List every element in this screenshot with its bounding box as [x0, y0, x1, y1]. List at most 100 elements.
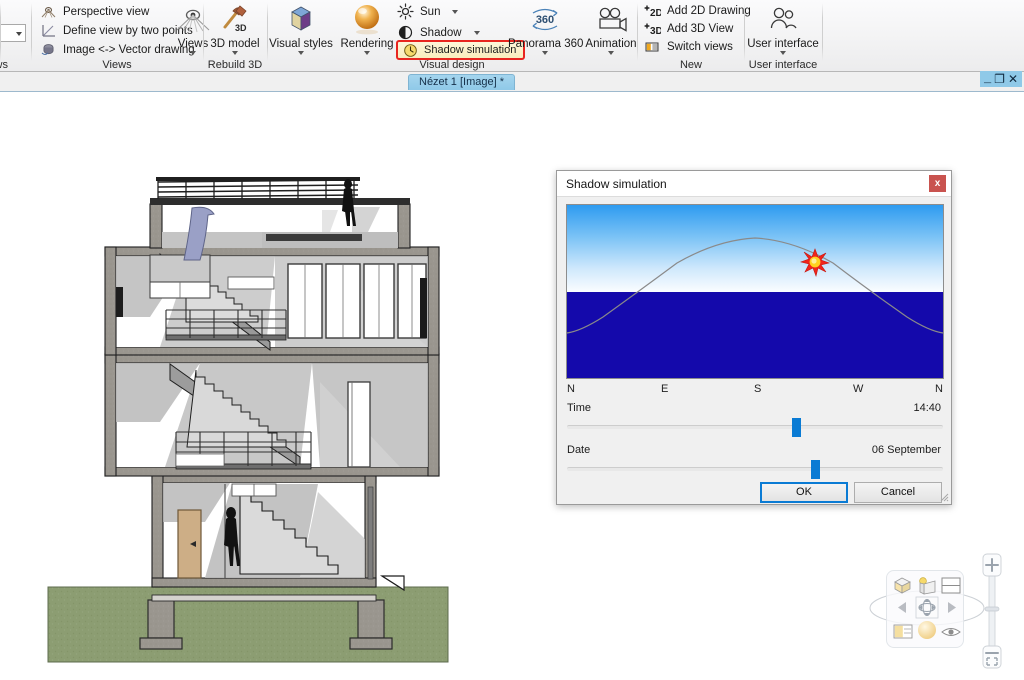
ok-button[interactable]: OK — [760, 482, 848, 503]
chevron-down-icon[interactable] — [364, 51, 370, 55]
clock-icon — [403, 43, 418, 58]
time-label: Time — [567, 402, 592, 414]
cube-icon — [268, 2, 334, 36]
switch-views-icon — [644, 38, 661, 55]
ribbon-button-visual-styles[interactable]: Visual styles — [268, 2, 334, 55]
camera-animation-icon — [582, 2, 640, 36]
time-slider-track[interactable] — [567, 418, 943, 437]
ribbon-button-panorama-360[interactable]: 360 Panorama 360 — [508, 2, 584, 55]
nav-sphere-icon[interactable] — [915, 619, 939, 640]
ribbon-item-label: Shadow simulation — [424, 44, 517, 56]
nav-sunlight-box-icon[interactable] — [915, 575, 939, 596]
sun-path-curve — [567, 237, 943, 334]
compass-label-n-left: N — [567, 383, 575, 395]
compass-label-n-right: N — [935, 383, 943, 395]
application-window: iews Perspective view — [0, 0, 1024, 680]
two-point-axis-icon — [40, 22, 57, 39]
chevron-down-icon[interactable] — [542, 51, 548, 55]
compass-scale: N E S W N — [567, 383, 943, 397]
perspective-eye-icon — [40, 3, 57, 20]
date-label: Date — [567, 444, 591, 456]
ribbon-group-title: User interface — [748, 59, 818, 71]
time-slider-thumb[interactable] — [792, 418, 802, 437]
chevron-down-icon[interactable] — [452, 9, 459, 14]
ribbon-button-label: Visual styles — [269, 38, 333, 50]
window-controls: _ ❐ ✕ — [979, 71, 1022, 87]
ribbon-separator — [822, 3, 823, 61]
image-vector-icon — [40, 41, 57, 58]
ribbon-left-stub: iews — [0, 0, 32, 72]
compass-label-s: S — [754, 383, 762, 395]
ribbon-button-label: 3D model — [210, 38, 260, 50]
users-icon — [744, 2, 822, 36]
close-button[interactable]: ✕ — [1008, 72, 1018, 87]
nav-orbit-icon[interactable] — [915, 596, 939, 619]
ribbon-item-label: Perspective view — [63, 5, 150, 18]
dialog-close-button[interactable]: x — [929, 175, 946, 192]
cancel-button[interactable]: Cancel — [854, 482, 942, 503]
chevron-down-icon[interactable] — [232, 51, 238, 55]
svg-text:360: 360 — [536, 14, 554, 26]
ribbon-item-switch-views[interactable]: Switch views — [644, 37, 733, 56]
nav-eye-icon[interactable] — [939, 621, 963, 642]
ribbon-item-sun[interactable]: Sun — [397, 2, 459, 21]
minimize-button[interactable]: _ — [984, 72, 991, 86]
ribbon-item-shadow-simulation[interactable]: Shadow simulation — [396, 40, 526, 60]
nav-split-view-icon[interactable] — [939, 575, 963, 596]
ribbon-button-label: Animation — [585, 38, 637, 50]
shadow-simulation-dialog: Shadow simulation x N E S W N Time 14:40… — [556, 170, 952, 505]
chevron-down-icon — [16, 32, 22, 36]
ribbon-button-label: User interface — [747, 38, 819, 50]
render-sphere-icon — [334, 2, 400, 36]
ribbon-item-label: Add 3D View — [667, 22, 734, 35]
sun-path-preview[interactable] — [566, 204, 944, 379]
compass-label-e: E — [661, 383, 669, 395]
ribbon-group-title: Views — [102, 59, 132, 71]
chevron-down-icon[interactable] — [190, 51, 196, 55]
restore-button[interactable]: ❐ — [994, 72, 1005, 87]
ribbon-item-label: Switch views — [667, 40, 733, 53]
dialog-title: Shadow simulation — [566, 177, 667, 191]
date-slider-track[interactable] — [567, 460, 943, 479]
sun-marker — [799, 248, 831, 278]
ribbon-group-title: Visual design — [419, 59, 485, 71]
date-value: 06 September — [871, 444, 941, 456]
ribbon-item-label: Shadow — [420, 26, 462, 39]
left-stub-group-label: iews — [0, 59, 9, 71]
ribbon-item-add-3d-view[interactable]: 3D Add 3D View — [644, 19, 733, 38]
compass-label-w: W — [853, 383, 864, 395]
sun-icon — [397, 3, 414, 20]
svg-text:3D: 3D — [650, 26, 661, 37]
date-slider-thumb[interactable] — [811, 460, 821, 479]
resize-grip-icon[interactable] — [938, 491, 949, 502]
ribbon-button-user-interface[interactable]: User interface — [744, 2, 822, 55]
ribbon-item-add-2d-drawing[interactable]: 2D Add 2D Drawing — [644, 1, 751, 20]
panorama-360-icon: 360 — [508, 2, 582, 36]
chevron-down-icon[interactable] — [473, 30, 480, 35]
chevron-down-icon[interactable] — [298, 51, 304, 55]
ribbon-button-label: Rendering — [340, 38, 394, 50]
nav-section-icon[interactable] — [891, 621, 915, 642]
svg-text:2D: 2D — [650, 8, 661, 19]
ribbon-button-label: Panorama 360 — [508, 38, 584, 50]
zoom-slider[interactable] — [981, 552, 1003, 670]
ribbon-button-animation[interactable]: Animation — [582, 2, 640, 55]
nav-rotate-right-icon[interactable] — [939, 597, 963, 618]
hammer-3d-icon: 3D — [202, 2, 268, 36]
chevron-down-icon[interactable] — [780, 51, 786, 55]
nav-cube-icon[interactable] — [891, 575, 915, 596]
shadow-halfmoon-icon — [397, 24, 414, 41]
zoom-slider-thumb — [984, 606, 1000, 612]
ribbon-item-label: Sun — [420, 5, 441, 18]
ribbon-item-perspective-view[interactable]: Perspective view — [40, 2, 149, 21]
nav-rotate-left-icon[interactable] — [891, 597, 915, 618]
ribbon-button-rendering[interactable]: Rendering — [334, 2, 400, 55]
ribbon-toolbar: iews Perspective view — [0, 0, 1024, 72]
ribbon-group-title: Rebuild 3D — [207, 59, 263, 71]
truncated-combo-box[interactable] — [0, 24, 26, 42]
navigation-widget[interactable] — [886, 570, 964, 648]
ribbon-button-3d-model[interactable]: 3D 3D model — [202, 2, 268, 55]
chevron-down-icon[interactable] — [608, 51, 614, 55]
time-value: 14:40 — [913, 402, 941, 414]
tab-nezet-1-image[interactable]: Nézet 1 [Image] * — [408, 74, 515, 90]
